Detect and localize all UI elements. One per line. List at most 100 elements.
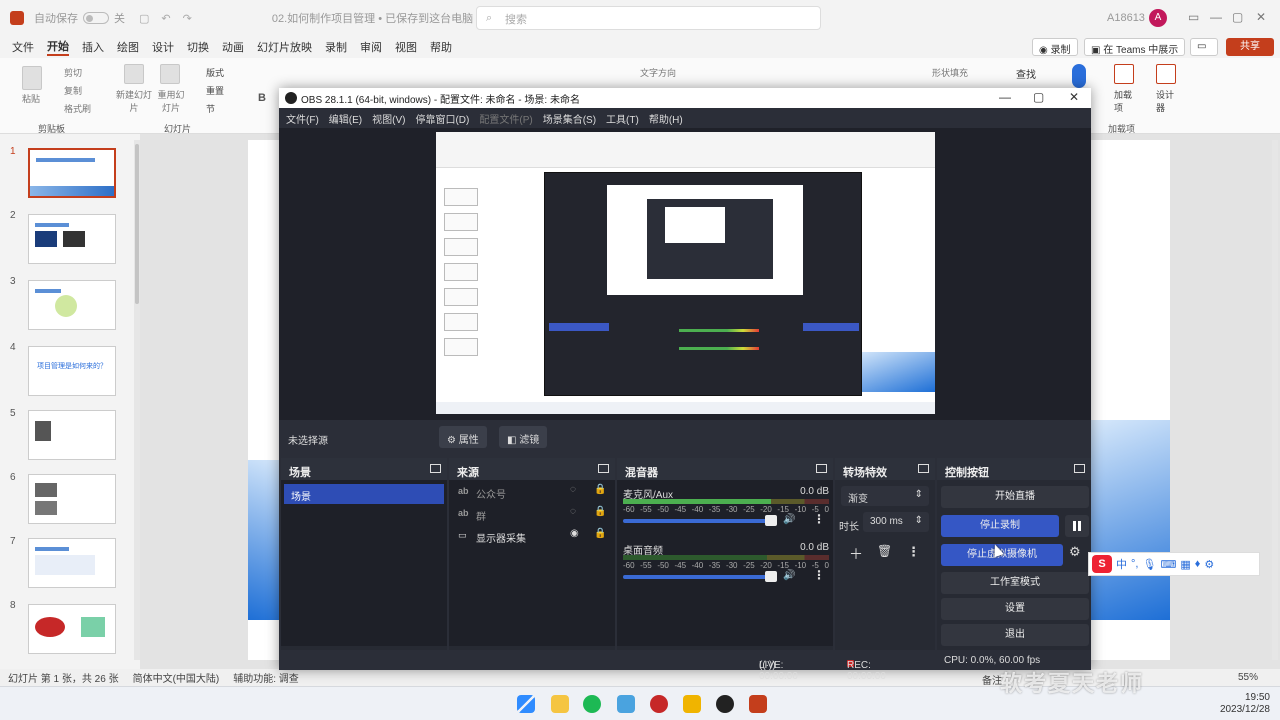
shape-fill-button[interactable]: 形状填充	[932, 66, 968, 79]
lock-icon[interactable]: 🔒	[594, 528, 606, 539]
dock-popout-icon[interactable]	[816, 464, 827, 473]
obs-menu-profile[interactable]: 配置文件(P)	[479, 111, 532, 126]
skin-icon[interactable]: ♦	[1195, 558, 1201, 570]
source-item[interactable]: ▭ 显示器采集 ◉ 🔒	[458, 528, 608, 546]
windows-start-icon[interactable]	[517, 695, 535, 713]
save-icon[interactable]: ▢	[139, 12, 149, 25]
menu-review[interactable]: 审阅	[360, 39, 382, 55]
slide-thumbnail-7[interactable]	[28, 538, 116, 588]
toolbox-icon[interactable]: ▦	[1180, 558, 1190, 571]
slide-thumbnail-1[interactable]	[28, 148, 116, 198]
menu-home[interactable]: 开始	[47, 38, 69, 56]
dock-popout-icon[interactable]	[430, 464, 441, 473]
format-painter-button[interactable]: 格式刷	[64, 102, 91, 115]
kebab-menu-icon[interactable]: ⋮	[813, 568, 825, 582]
obs-minimize-icon[interactable]: —	[999, 90, 1011, 104]
slide-thumbnail-2[interactable]	[28, 214, 116, 264]
add-transition-icon[interactable]: ＋	[849, 544, 863, 564]
obs-maximize-icon[interactable]: ▢	[1033, 90, 1044, 104]
duration-input[interactable]: 300 ms ⇕	[863, 512, 929, 532]
menu-insert[interactable]: 插入	[82, 39, 104, 55]
speaker-icon[interactable]: 🔊	[783, 514, 795, 525]
app-icon[interactable]	[683, 695, 701, 713]
source-item[interactable]: ab 群 ◌ 🔒	[458, 506, 608, 524]
obs-preview[interactable]	[436, 132, 935, 414]
volume-slider[interactable]	[623, 575, 771, 579]
sogou-logo-icon[interactable]: S	[1092, 555, 1112, 573]
chat-app-icon[interactable]	[583, 695, 601, 713]
app-icon[interactable]	[650, 695, 668, 713]
redo-icon[interactable]: ↷	[183, 12, 192, 25]
system-clock[interactable]: 19:50 2023/12/28	[1200, 692, 1270, 716]
new-slide-icon[interactable]	[124, 64, 144, 84]
obs-menu-docks[interactable]: 停靠窗口(D)	[415, 111, 469, 126]
obs-menu-file[interactable]: 文件(F)	[286, 111, 319, 126]
lock-icon[interactable]: 🔒	[594, 484, 606, 495]
dock-popout-icon[interactable]	[598, 464, 609, 473]
keyboard-icon[interactable]: ⌨	[1160, 558, 1176, 571]
scene-item[interactable]: 场景	[284, 484, 444, 504]
close-icon[interactable]: ✕	[1256, 10, 1266, 24]
menu-help[interactable]: 帮助	[430, 39, 452, 55]
copy-button[interactable]: 复制	[64, 84, 82, 97]
filters-button[interactable]: ◧ 滤镜	[499, 426, 548, 448]
menu-record[interactable]: 录制	[325, 39, 347, 55]
obs-menu-scene-collection[interactable]: 场景集合(S)	[543, 111, 596, 126]
punctuation-icon[interactable]: °,	[1131, 558, 1138, 570]
slide-thumbnail-3[interactable]	[28, 280, 116, 330]
menu-transitions[interactable]: 切换	[187, 39, 209, 55]
maximize-icon[interactable]: ▢	[1232, 10, 1243, 24]
stop-record-button[interactable]: 停止录制	[941, 515, 1059, 537]
volume-slider-handle[interactable]	[765, 515, 777, 526]
lock-icon[interactable]: 🔒	[594, 506, 606, 517]
transition-select[interactable]: 渐变 ⇕	[841, 486, 929, 506]
file-explorer-icon[interactable]	[551, 695, 569, 713]
obs-menu-help[interactable]: 帮助(H)	[649, 111, 683, 126]
obs-menu-tools[interactable]: 工具(T)	[606, 111, 639, 126]
pause-record-button[interactable]	[1065, 515, 1089, 537]
volume-slider[interactable]	[623, 519, 771, 523]
status-accessibility[interactable]: 辅助功能: 调查	[233, 670, 299, 685]
gear-icon[interactable]: ⚙	[1204, 558, 1214, 571]
dock-popout-icon[interactable]	[918, 464, 929, 473]
menu-animations[interactable]: 动画	[222, 39, 244, 55]
addins-icon[interactable]	[1114, 64, 1134, 84]
remove-transition-icon[interactable]: 🗑	[877, 544, 892, 558]
speaker-icon[interactable]: 🔊	[783, 570, 795, 581]
settings-button[interactable]: 设置	[941, 598, 1089, 620]
canvas-scrollbar[interactable]	[1272, 140, 1278, 660]
eye-hidden-icon[interactable]: ◌	[570, 484, 576, 495]
record-button[interactable]: ◉ 录制	[1032, 38, 1078, 56]
start-stream-button[interactable]: 开始直播	[941, 486, 1089, 508]
reset-button[interactable]: 重置	[206, 84, 224, 97]
properties-button[interactable]: ⚙ 属性	[439, 426, 487, 448]
obs-taskbar-icon[interactable]	[716, 695, 734, 713]
obs-menu-view[interactable]: 视图(V)	[372, 111, 405, 126]
section-button[interactable]: 节	[206, 102, 215, 115]
virtualcam-settings-icon[interactable]: ⚙	[1069, 544, 1081, 560]
reuse-slide-icon[interactable]	[160, 64, 180, 84]
microphone-icon[interactable]: 🎙	[1142, 558, 1156, 571]
dock-popout-icon[interactable]	[1074, 464, 1085, 473]
obs-menu-edit[interactable]: 编辑(E)	[329, 111, 362, 126]
zoom-level[interactable]: 55%	[1238, 672, 1258, 683]
eye-icon[interactable]: ◉	[570, 528, 579, 539]
designer-icon[interactable]	[1156, 64, 1176, 84]
slide-thumbnail-8[interactable]	[28, 604, 116, 654]
obs-close-icon[interactable]: ✕	[1069, 90, 1079, 104]
minimize-icon[interactable]: —	[1210, 10, 1222, 24]
stop-virtualcam-button[interactable]: 停止虚拟摄像机	[941, 544, 1063, 566]
menu-file[interactable]: 文件	[12, 39, 34, 55]
menu-design[interactable]: 设计	[152, 39, 174, 55]
comment-icon[interactable]: ▭	[1190, 38, 1218, 56]
kebab-menu-icon[interactable]: ⋮	[813, 512, 825, 526]
ribbon-display-icon[interactable]: ▭	[1188, 10, 1199, 24]
share-button[interactable]: 共享	[1226, 38, 1274, 56]
teams-present-button[interactable]: ▣ 在 Teams 中展示	[1084, 38, 1186, 56]
slide-thumbnail-4[interactable]: 项目管理是如何来的？	[28, 346, 116, 396]
dictate-icon[interactable]	[1072, 64, 1086, 88]
slide-thumbnail-6[interactable]	[28, 474, 116, 524]
avatar[interactable]: A	[1149, 9, 1167, 27]
eye-hidden-icon[interactable]: ◌	[570, 506, 576, 517]
find-button[interactable]: 查找	[1016, 66, 1036, 81]
